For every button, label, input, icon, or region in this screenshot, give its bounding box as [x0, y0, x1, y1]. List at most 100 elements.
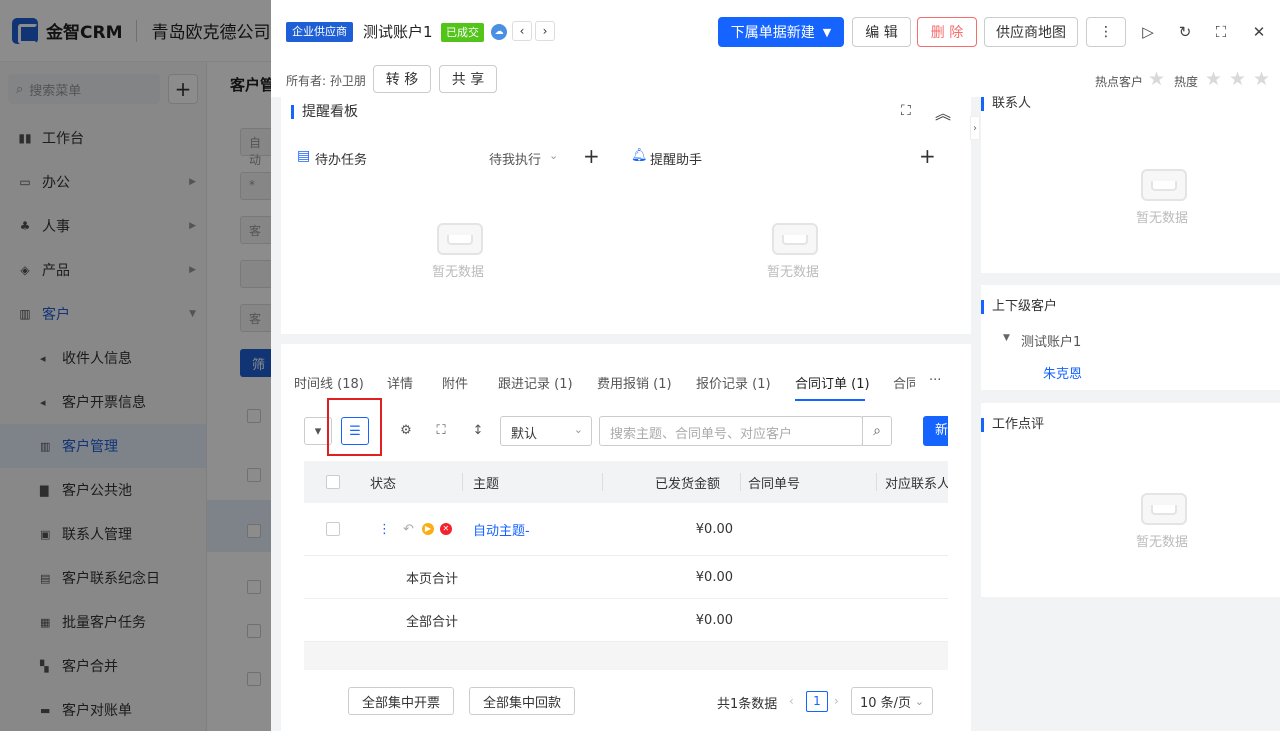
column-status[interactable]: 状态: [370, 461, 396, 503]
total-count: 共1条数据: [717, 697, 778, 712]
chevron-down-icon: ▼: [822, 25, 832, 39]
column-divider: [876, 473, 877, 491]
add-reminder-icon[interactable]: +: [919, 144, 936, 168]
close-circle-icon[interactable]: ✕: [439, 523, 452, 535]
column-shipped-amount[interactable]: 已发货金额: [604, 461, 720, 503]
assistant-empty: 暂无数据: [753, 219, 833, 280]
tab-follow-up[interactable]: 跟进记录 (1): [498, 373, 573, 392]
page-number[interactable]: 1: [806, 691, 828, 712]
column-contact[interactable]: 对应联系人: [885, 461, 948, 503]
share-button[interactable]: 共 享: [439, 65, 497, 93]
new-order-button[interactable]: 新: [923, 416, 948, 446]
add-todo-icon[interactable]: +: [583, 144, 600, 168]
search-icon[interactable]: ⌕: [862, 416, 892, 446]
child-customer-link[interactable]: 朱克恩: [1043, 363, 1082, 382]
todo-filter[interactable]: 待我执行: [489, 149, 541, 168]
contract-order-table: 状态 主题 已发货金额 合同单号 对应联系人 ⋮ ↶ ▶ ✕ 自动主题- ¥0.…: [304, 461, 948, 670]
prev-record-button[interactable]: ‹: [512, 21, 532, 41]
more-button[interactable]: ⋮: [1086, 17, 1126, 47]
all-total-value: ¥0.00: [695, 612, 733, 628]
hot-customer-label: 热点客户: [1095, 75, 1144, 89]
page-size-value: 10 条/页: [860, 695, 912, 711]
modal-overlay[interactable]: [0, 0, 271, 731]
empty-inbox-icon: [1137, 165, 1187, 201]
checkbox[interactable]: [326, 475, 340, 489]
review-empty: 暂无数据: [1122, 489, 1202, 550]
collapse-up-icon[interactable]: ︽: [935, 100, 951, 124]
column-divider: [740, 473, 741, 491]
work-review-title: 工作点评: [981, 418, 1044, 432]
next-record-button[interactable]: ›: [535, 21, 555, 41]
tab-quotes[interactable]: 报价记录 (1): [696, 373, 771, 392]
page-total-label: 本页合计: [406, 571, 459, 587]
new-sub-document-button[interactable]: 下属单据新建 ▼: [718, 17, 844, 47]
tab-timeline[interactable]: 时间线 (18): [294, 373, 364, 392]
row-subject-link[interactable]: 自动主题-: [473, 503, 530, 555]
fullscreen-icon[interactable]: ⛶: [427, 417, 455, 445]
supplier-map-button[interactable]: 供应商地图: [984, 17, 1078, 47]
play-circle-icon[interactable]: ▶: [421, 523, 434, 535]
delete-button[interactable]: 删 除: [917, 17, 977, 47]
star-icon[interactable]: ★: [1253, 68, 1270, 90]
settings-icon[interactable]: ⚙: [392, 417, 420, 445]
undo-icon[interactable]: ↶: [403, 522, 414, 537]
star-icon[interactable]: ★: [1229, 68, 1246, 90]
collapse-right-icon[interactable]: ›: [970, 116, 980, 140]
star-icon[interactable]: ★: [1148, 68, 1165, 90]
tab-expenses[interactable]: 费用报销 (1): [597, 373, 672, 392]
close-icon[interactable]: ✕: [1249, 22, 1269, 42]
tab-details[interactable]: 详情: [387, 373, 413, 392]
empty-text: 暂无数据: [431, 265, 484, 280]
contacts-panel: 联系人 暂无数据: [981, 97, 1280, 273]
view-select[interactable]: 默认 ⌄: [500, 416, 592, 446]
chevron-down-icon: ⌄: [573, 423, 583, 436]
tab-contract-orders[interactable]: 合同订单 (1): [795, 373, 870, 392]
heat-label: 热度: [1174, 75, 1199, 89]
select-all-checkbox[interactable]: [326, 461, 340, 503]
batch-payment-button[interactable]: 全部集中回款: [469, 687, 575, 715]
page-total-value: ¥0.00: [695, 569, 733, 585]
work-review-panel: 工作点评 暂无数据: [981, 403, 1280, 597]
status-badge: 已成交: [441, 23, 484, 42]
chevron-down-icon: ⌄: [914, 694, 924, 708]
tab-attachments[interactable]: 附件: [442, 373, 468, 392]
batch-invoice-button[interactable]: 全部集中开票: [348, 687, 454, 715]
cloud-icon: ☁: [491, 24, 507, 40]
column-divider: [462, 473, 463, 491]
order-search-input[interactable]: 搜索主题、合同单号、对应客户: [599, 416, 863, 446]
bell-icon: 🔔︎: [631, 148, 648, 163]
contacts-title: 联系人: [981, 97, 1031, 111]
drawer-header: 企业供应商 测试账户1 已成交 ☁ ‹ › 下属单据新建 ▼ 编 辑 删 除 供应…: [271, 0, 1280, 97]
tab-contract[interactable]: 合同: [893, 373, 915, 392]
contacts-empty: 暂无数据: [1122, 165, 1202, 226]
highlight-frame: [327, 398, 382, 456]
tabs-more-button[interactable]: ···: [929, 373, 941, 388]
owner-label: 所有者: 孙卫朋: [286, 74, 366, 88]
table-row[interactable]: ⋮ ↶ ▶ ✕ 自动主题- ¥0.00: [304, 503, 948, 556]
row-checkbox[interactable]: [326, 503, 340, 555]
parent-customer[interactable]: 测试账户1: [1021, 331, 1081, 350]
next-page-icon[interactable]: ›: [834, 694, 839, 708]
expand-icon[interactable]: ⛶: [901, 103, 911, 119]
refresh-icon[interactable]: ↻: [1175, 22, 1195, 42]
transfer-button[interactable]: 转 移: [373, 65, 431, 93]
empty-inbox-icon: [1137, 489, 1187, 525]
table-scroll-area[interactable]: [304, 642, 948, 670]
checkbox[interactable]: [326, 522, 340, 536]
row-height-icon[interactable]: ↕: [464, 417, 492, 445]
fullscreen-icon[interactable]: ⛶: [1211, 22, 1231, 42]
page-size-select[interactable]: 10 条/页 ⌄: [851, 687, 933, 715]
account-detail-drawer: 企业供应商 测试账户1 已成交 ☁ ‹ › 下属单据新建 ▼ 编 辑 删 除 供应…: [271, 0, 1280, 731]
column-subject[interactable]: 主题: [473, 461, 499, 503]
prev-page-icon[interactable]: ‹: [789, 694, 794, 708]
empty-text: 暂无数据: [1135, 535, 1188, 550]
star-icon[interactable]: ★: [1205, 68, 1222, 90]
reminder-board: 提醒看板 ⛶ ︽ ▤ 待办任务 待我执行 ⌄ + 🔔︎ 提醒助手 + 暂无数据 …: [281, 97, 971, 334]
column-contract-no[interactable]: 合同单号: [748, 461, 800, 503]
edit-button[interactable]: 编 辑: [852, 17, 911, 47]
caret-down-icon[interactable]: ▼: [1003, 333, 1010, 343]
more-vertical-icon[interactable]: ⋮: [378, 522, 391, 537]
play-icon[interactable]: ▷: [1138, 22, 1158, 42]
chevron-down-icon[interactable]: ⌄: [549, 149, 558, 162]
empty-text: 暂无数据: [1135, 211, 1188, 226]
